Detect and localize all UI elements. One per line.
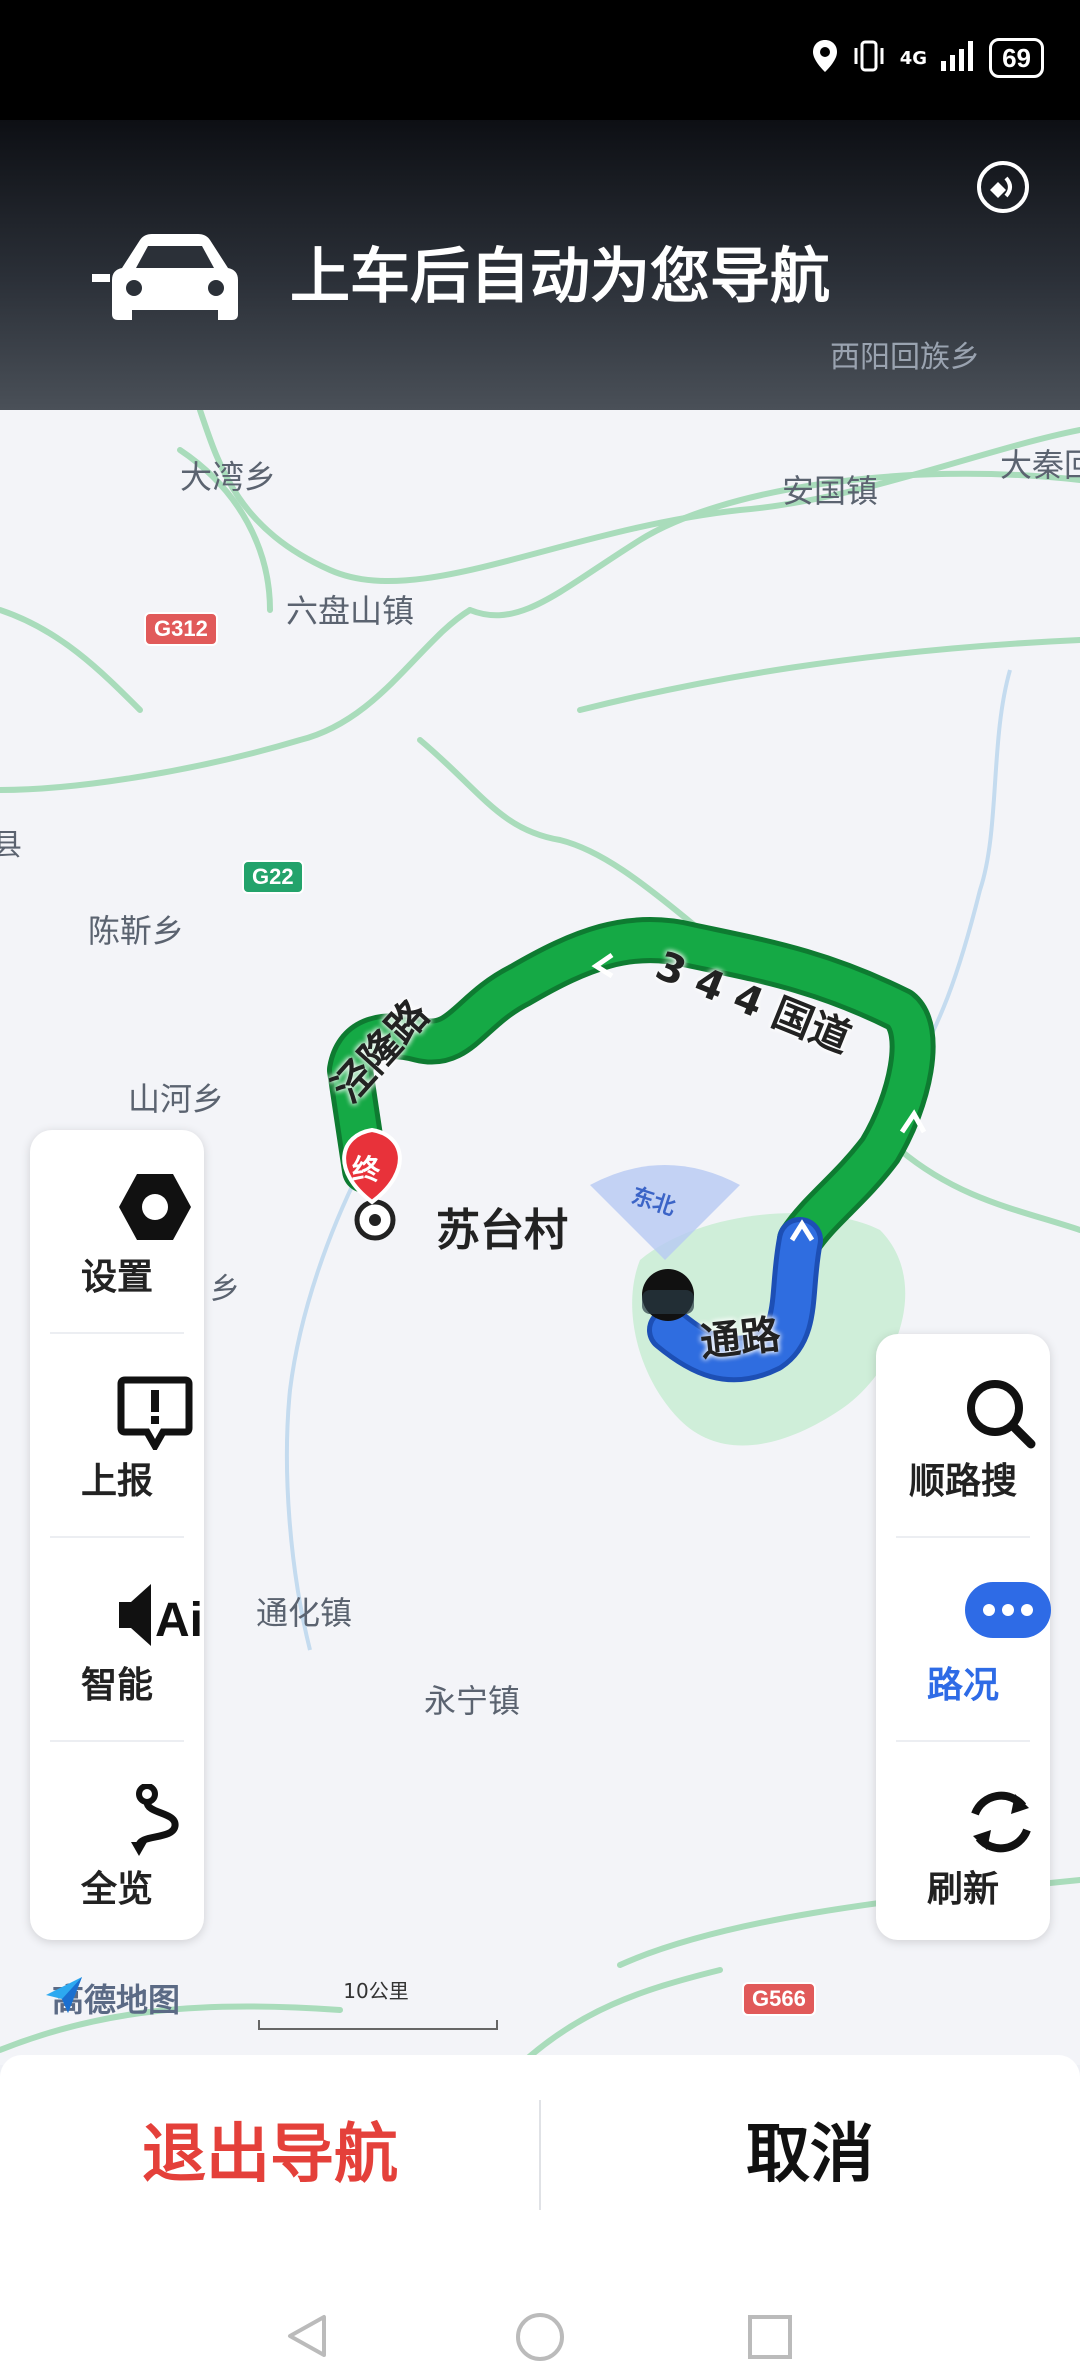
refresh-button[interactable]: 刷新	[876, 1742, 1050, 1940]
place-daqin: 大秦回	[1000, 446, 1080, 484]
back-icon[interactable]	[282, 2311, 332, 2365]
amap-logo: 高德地图	[44, 1975, 180, 2021]
along-route-search-button[interactable]: 顺路搜	[876, 1334, 1050, 1536]
ai-voice-button[interactable]: Ai 智能	[30, 1538, 204, 1740]
recents-icon[interactable]	[746, 2313, 794, 2365]
sound-icon[interactable]	[976, 160, 1030, 214]
place-anguo: 安国镇	[782, 472, 879, 510]
cancel-button[interactable]: 取消	[540, 2095, 1080, 2215]
location-icon	[812, 40, 838, 76]
destination-marker-label: 终	[352, 1153, 381, 1186]
road-badge-g22: G22	[242, 860, 304, 894]
system-nav-bar	[0, 2295, 1080, 2375]
place-partial-xiang: 乡	[210, 1272, 240, 1307]
left-toolbar: 设置 上报 Ai 智能 全览	[30, 1130, 204, 1940]
traffic-button[interactable]: 路况	[876, 1538, 1051, 1740]
banner-place-label: 西阳回族乡	[830, 340, 980, 375]
scale-bar	[258, 2020, 498, 2030]
vibrate-icon	[852, 40, 886, 76]
exit-navigation-button[interactable]: 退出导航	[0, 2095, 540, 2215]
right-toolbar: 顺路搜 路况 刷新	[876, 1334, 1051, 1940]
auto-navigation-banner: 上车后自动为您导航 西阳回族乡	[0, 120, 1080, 410]
signal-icon	[941, 41, 975, 75]
bottom-action-sheet: 退出导航 取消	[0, 2055, 1080, 2376]
refresh-label: 刷新	[926, 1869, 999, 1910]
ai-voice-label: 智能	[80, 1665, 153, 1706]
network-type: 4G	[899, 47, 928, 69]
report-button[interactable]: 上报	[30, 1334, 204, 1536]
place-tonghua: 通化镇	[256, 1594, 353, 1632]
traffic-label: 路况	[926, 1665, 999, 1706]
settings-label: 设置	[80, 1257, 153, 1298]
settings-button[interactable]: 设置	[30, 1130, 204, 1332]
report-label: 上报	[80, 1461, 153, 1502]
banner-title: 上车后自动为您导航	[290, 242, 830, 312]
road-badge-g312: G312	[144, 612, 218, 646]
place-chenjin: 陈靳乡	[88, 912, 185, 950]
svg-text:Ai: Ai	[155, 1594, 203, 1647]
status-bar: 4G 69	[0, 0, 1080, 120]
overview-label: 全览	[80, 1869, 153, 1910]
along-route-search-label: 顺路搜	[908, 1461, 1017, 1502]
place-shanhe: 山河乡	[128, 1080, 225, 1118]
destination-name[interactable]: 苏台村	[436, 1194, 568, 1258]
place-liupanshan: 六盘山镇	[286, 592, 415, 630]
place-partial-xian: 县	[0, 828, 22, 863]
car-icon	[92, 228, 242, 328]
place-dawan: 大湾乡	[180, 458, 277, 496]
place-yongning: 永宁镇	[424, 1682, 521, 1720]
scale-label: 10公里	[343, 1979, 409, 2003]
route-label-tong: 通路	[698, 1311, 783, 1367]
home-icon[interactable]	[514, 2311, 566, 2367]
battery-indicator: 69	[989, 38, 1044, 78]
overview-button[interactable]: 全览	[30, 1742, 204, 1940]
map-view[interactable]: 大湾乡 安国镇 大秦回 六盘山镇 陈靳乡 山河乡 乡 县 通化镇 永宁镇 G31…	[0, 410, 1080, 2065]
road-badge-g566: G566	[742, 1982, 816, 2016]
status-icons: 4G 69	[812, 38, 1044, 78]
